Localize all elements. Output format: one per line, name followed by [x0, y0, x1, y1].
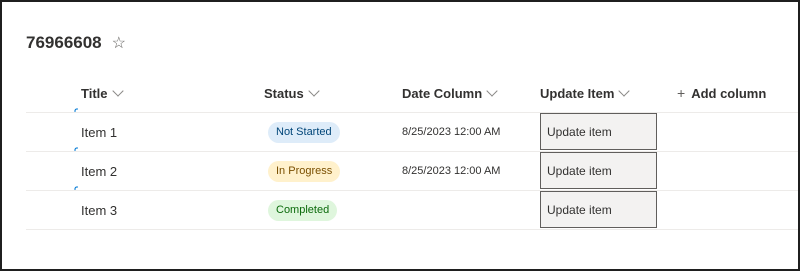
table-row[interactable]: Item 3 Completed Update item	[26, 186, 798, 230]
new-item-icon	[74, 108, 78, 112]
add-column-label: Add column	[691, 85, 767, 101]
column-header-status-label: Status	[264, 85, 304, 101]
list-title: 76966608	[26, 33, 102, 52]
status-cell: Completed	[268, 191, 338, 229]
plus-icon: +	[677, 85, 686, 101]
update-item-button[interactable]: Update item	[540, 113, 657, 150]
status-badge: Not Started	[268, 121, 340, 143]
chevron-down-icon	[111, 85, 124, 97]
table-row[interactable]: Item 2 In Progress 8/25/2023 12:00 AM Up…	[26, 147, 798, 191]
list-header: 76966608 ☆	[26, 32, 126, 54]
item-title[interactable]: Item 2	[81, 164, 117, 179]
table-row[interactable]: Item 1 Not Started 8/25/2023 12:00 AM Up…	[26, 108, 798, 152]
item-title[interactable]: Item 3	[81, 203, 117, 218]
date-value: 8/25/2023 12:00 AM	[402, 126, 501, 138]
column-header-date[interactable]: Date Column	[402, 74, 498, 112]
column-header-update[interactable]: Update Item	[540, 74, 631, 112]
title-cell[interactable]: Item 1	[74, 108, 117, 151]
chevron-down-icon	[486, 85, 498, 97]
update-item-button[interactable]: Update item	[540, 152, 657, 189]
status-cell: Not Started	[268, 113, 340, 151]
chevron-down-icon	[618, 85, 631, 97]
column-header-date-label: Date Column	[402, 85, 483, 101]
new-item-icon	[74, 186, 78, 190]
new-item-icon	[74, 147, 78, 151]
title-cell[interactable]: Item 2	[74, 147, 117, 190]
date-cell: 8/25/2023 12:00 AM	[402, 152, 500, 190]
column-header-title[interactable]: Title	[81, 74, 124, 112]
column-header-update-label: Update Item	[540, 85, 615, 101]
chevron-down-icon	[308, 85, 320, 97]
title-cell[interactable]: Item 3	[74, 186, 117, 229]
status-badge: Completed	[268, 199, 338, 221]
status-cell: In Progress	[268, 152, 341, 190]
status-badge: In Progress	[268, 160, 341, 182]
date-cell: 8/25/2023 12:00 AM	[402, 113, 500, 151]
column-header-title-label: Title	[81, 85, 108, 101]
update-item-button[interactable]: Update item	[540, 191, 657, 228]
column-header-status[interactable]: Status	[264, 74, 320, 112]
add-column-button[interactable]: + Add column	[677, 74, 766, 112]
date-value: 8/25/2023 12:00 AM	[402, 165, 501, 177]
item-title[interactable]: Item 1	[81, 125, 117, 140]
list-view: 76966608 ☆ Title Status Date Column Upda…	[0, 0, 800, 271]
favorite-star-icon[interactable]: ☆	[112, 33, 126, 53]
column-header-row: Title Status Date Column Update Item + A…	[26, 74, 798, 113]
